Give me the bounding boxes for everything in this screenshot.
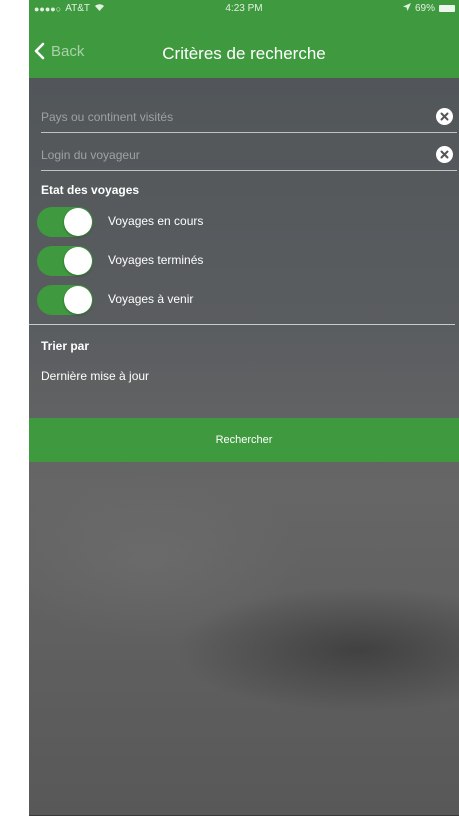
toggle-finished-trips[interactable] — [37, 246, 93, 276]
toggle-knob — [64, 286, 92, 314]
toggle-upcoming-trips[interactable] — [37, 285, 93, 315]
toggle-label: Voyages en cours — [108, 214, 204, 228]
section-divider — [29, 324, 455, 325]
toggle-label: Voyages terminés — [108, 253, 204, 267]
clear-login-button[interactable] — [436, 146, 453, 163]
status-time: 4:23 PM — [225, 3, 263, 14]
navigation-bar: Back Critères de recherche — [29, 20, 459, 76]
location-arrow-icon — [402, 3, 411, 14]
toggle-knob — [64, 247, 92, 275]
toggle-row-upcoming: Voyages à venir — [37, 285, 437, 315]
toggle-row-current: Voyages en cours — [37, 207, 437, 237]
app-screen: ●●●●○ AT&T 4:23 PM 69% Back Critères de … — [29, 0, 459, 816]
search-button[interactable]: Rechercher — [29, 418, 459, 462]
close-circle-icon — [440, 146, 449, 164]
status-bar: ●●●●○ AT&T 4:23 PM 69% — [29, 0, 459, 18]
login-input[interactable] — [41, 144, 421, 166]
clear-country-button[interactable] — [436, 108, 453, 125]
toggle-label: Voyages à venir — [108, 292, 194, 306]
header-bar: ●●●●○ AT&T 4:23 PM 69% Back Critères de … — [29, 0, 459, 78]
country-field — [41, 102, 457, 133]
login-field — [41, 140, 457, 171]
country-input[interactable] — [41, 106, 421, 128]
sort-title: Trier par — [41, 339, 90, 353]
toggle-current-trips[interactable] — [37, 207, 93, 237]
toggle-knob — [64, 208, 92, 236]
sort-selector[interactable]: Dernière mise à jour — [41, 369, 149, 383]
toggle-row-finished: Voyages terminés — [37, 246, 437, 276]
close-circle-icon — [440, 108, 449, 126]
battery-icon — [439, 5, 455, 12]
trip-state-title: Etat des voyages — [41, 183, 140, 197]
battery-percent: 69% — [414, 3, 435, 14]
page-title: Critères de recherche — [162, 44, 326, 63]
status-right: 69% — [402, 3, 455, 14]
